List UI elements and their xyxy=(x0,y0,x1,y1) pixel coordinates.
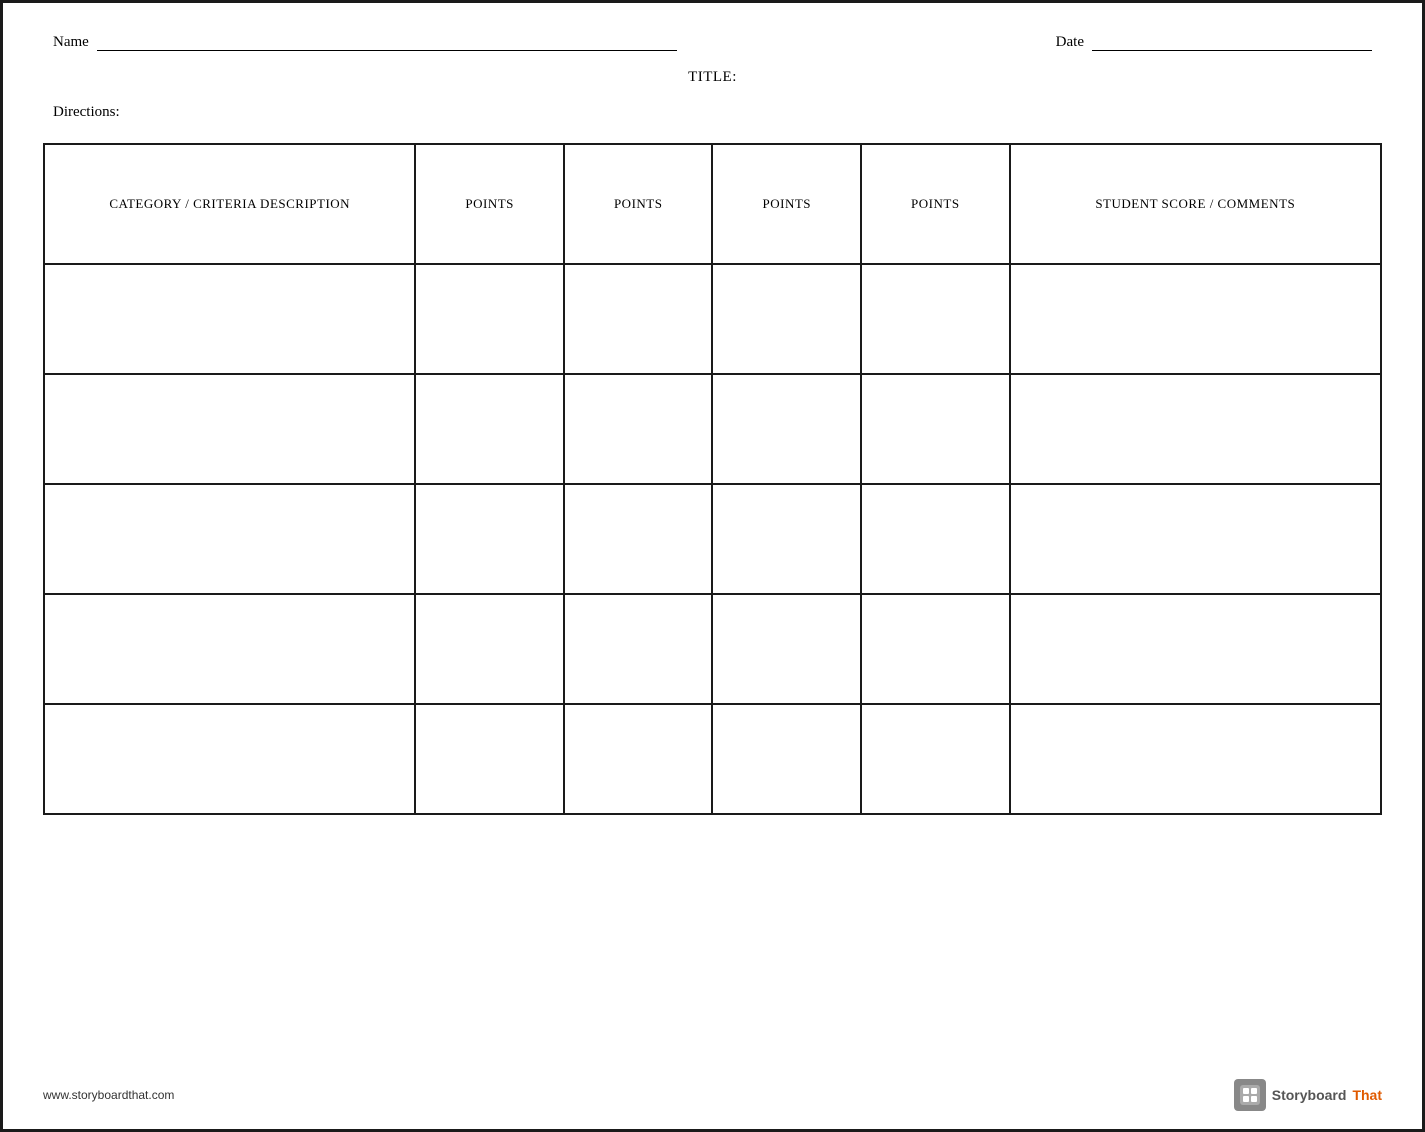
row2-col6 xyxy=(1010,374,1381,484)
col-category: CATEGORY / CRITERIA DESCRIPTION xyxy=(44,144,415,264)
row5-col5 xyxy=(861,704,1010,814)
row3-col5 xyxy=(861,484,1010,594)
table-row xyxy=(44,484,1381,594)
col-points-3: POINTS xyxy=(712,144,861,264)
name-underline xyxy=(97,33,677,51)
row2-col3 xyxy=(564,374,713,484)
logo-icon xyxy=(1234,1079,1266,1111)
row1-col3 xyxy=(564,264,713,374)
row3-col2 xyxy=(415,484,564,594)
row5-col4 xyxy=(712,704,861,814)
table-row xyxy=(44,374,1381,484)
row3-col4 xyxy=(712,484,861,594)
row5-col3 xyxy=(564,704,713,814)
row4-col5 xyxy=(861,594,1010,704)
row3-col1 xyxy=(44,484,415,594)
row5-col1 xyxy=(44,704,415,814)
row4-col1 xyxy=(44,594,415,704)
page: Name Date TITLE: Directions: CATEGORY / … xyxy=(0,0,1425,1132)
directions-label: Directions: xyxy=(53,104,120,120)
row2-col4 xyxy=(712,374,861,484)
row4-col2 xyxy=(415,594,564,704)
footer-url: www.storyboardthat.com xyxy=(43,1088,174,1102)
logo-storyboard-text: Storyboard xyxy=(1272,1087,1347,1103)
directions-row: Directions: xyxy=(43,104,1382,121)
storyboard-logo: Storyboard That xyxy=(1234,1079,1382,1111)
row2-col1 xyxy=(44,374,415,484)
title-row: TITLE: xyxy=(43,69,1382,86)
row1-col5 xyxy=(861,264,1010,374)
row5-col6 xyxy=(1010,704,1381,814)
row1-col4 xyxy=(712,264,861,374)
date-underline xyxy=(1092,33,1372,51)
footer: www.storyboardthat.com Storyboard That xyxy=(43,1079,1382,1111)
row4-col6 xyxy=(1010,594,1381,704)
row4-col4 xyxy=(712,594,861,704)
row5-col2 xyxy=(415,704,564,814)
row3-col6 xyxy=(1010,484,1381,594)
row1-col6 xyxy=(1010,264,1381,374)
table-row xyxy=(44,594,1381,704)
header-row: Name Date xyxy=(43,33,1382,51)
col-points-2: POINTS xyxy=(564,144,713,264)
date-field: Date xyxy=(1056,33,1372,51)
row4-col3 xyxy=(564,594,713,704)
row3-col3 xyxy=(564,484,713,594)
name-field: Name xyxy=(53,33,677,51)
col-points-1: POINTS xyxy=(415,144,564,264)
row1-col2 xyxy=(415,264,564,374)
row2-col5 xyxy=(861,374,1010,484)
name-label: Name xyxy=(53,34,89,51)
title-label: TITLE: xyxy=(688,69,737,85)
date-label: Date xyxy=(1056,34,1084,51)
table-row xyxy=(44,704,1381,814)
logo-that-text: That xyxy=(1352,1087,1382,1103)
col-points-4: POINTS xyxy=(861,144,1010,264)
rubric-table: CATEGORY / CRITERIA DESCRIPTION POINTS P… xyxy=(43,143,1382,815)
row2-col2 xyxy=(415,374,564,484)
row1-col1 xyxy=(44,264,415,374)
table-header-row: CATEGORY / CRITERIA DESCRIPTION POINTS P… xyxy=(44,144,1381,264)
table-row xyxy=(44,264,1381,374)
col-student-score: STUDENT SCORE / COMMENTS xyxy=(1010,144,1381,264)
